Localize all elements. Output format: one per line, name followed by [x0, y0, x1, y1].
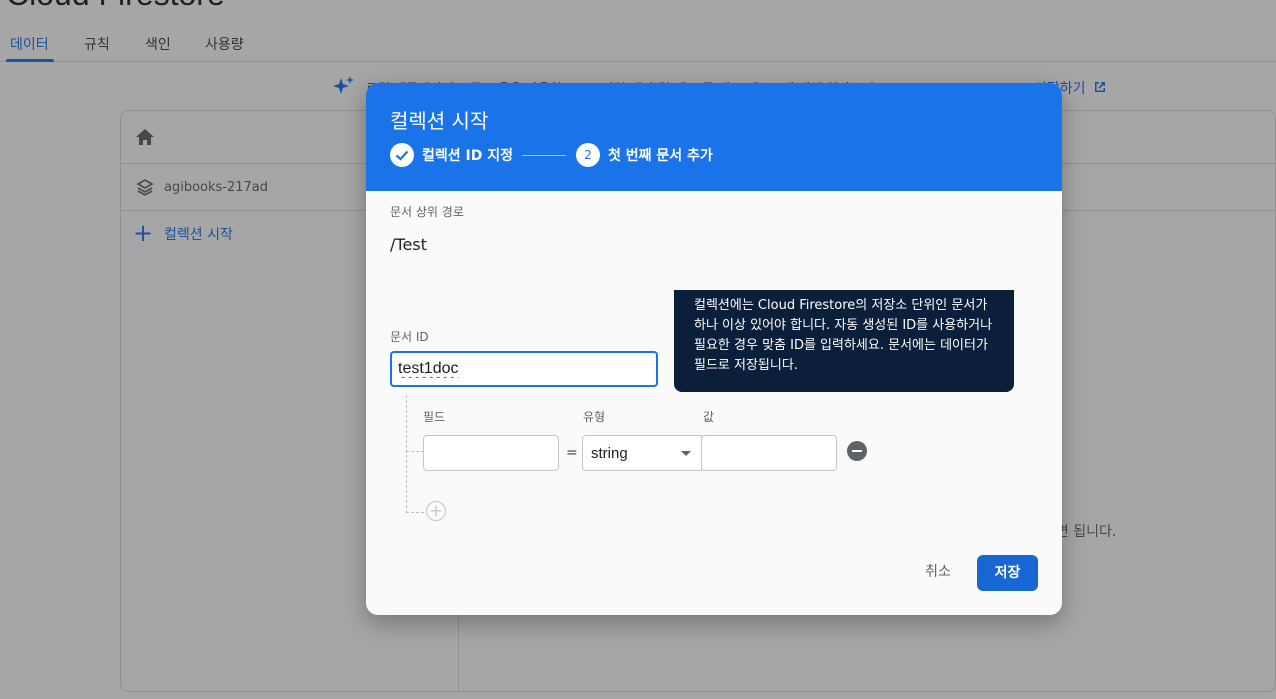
help-tooltip: 컬렉션에는 Cloud Firestore의 저장소 단위인 문서가 하나 이상… [674, 290, 1014, 392]
value-label: 값 [703, 410, 715, 424]
document-id-label: 문서 ID [390, 330, 429, 344]
step2-number: 2 [576, 143, 600, 167]
field-value-input[interactable] [701, 435, 837, 471]
type-selected-value: string [591, 445, 628, 462]
field-name-input[interactable] [423, 435, 559, 471]
step2-label: 첫 번째 문서 추가 [608, 148, 713, 164]
parent-path-value: /Test [390, 235, 427, 254]
field-label: 필드 [423, 410, 446, 424]
start-collection-dialog: 컬렉션 시작 컬렉션 ID 지정 2 첫 번째 문서 추가 문서 상위 경로 /… [366, 83, 1062, 615]
parent-path-label: 문서 상위 경로 [390, 205, 464, 219]
step-complete-icon [390, 143, 414, 167]
equals-sign: = [566, 445, 578, 461]
tree-connector [406, 451, 424, 452]
dialog-header: 컬렉션 시작 컬렉션 ID 지정 2 첫 번째 문서 추가 [366, 83, 1062, 191]
add-field-icon[interactable]: + [426, 501, 446, 521]
dialog-title: 컬렉션 시작 [390, 109, 489, 133]
save-button[interactable]: 저장 [977, 555, 1038, 591]
document-id-input[interactable] [390, 351, 658, 387]
tree-connector [406, 512, 424, 513]
type-label: 유형 [583, 410, 606, 424]
cancel-button[interactable]: 취소 [914, 557, 962, 587]
type-select[interactable]: string [582, 435, 702, 471]
step1-label: 컬렉션 ID 지정 [422, 148, 513, 164]
check-icon [395, 150, 409, 161]
stepper-connector [522, 155, 566, 156]
tree-connector [406, 395, 407, 513]
dropdown-arrow-icon [681, 451, 691, 456]
remove-field-icon[interactable] [847, 441, 867, 461]
